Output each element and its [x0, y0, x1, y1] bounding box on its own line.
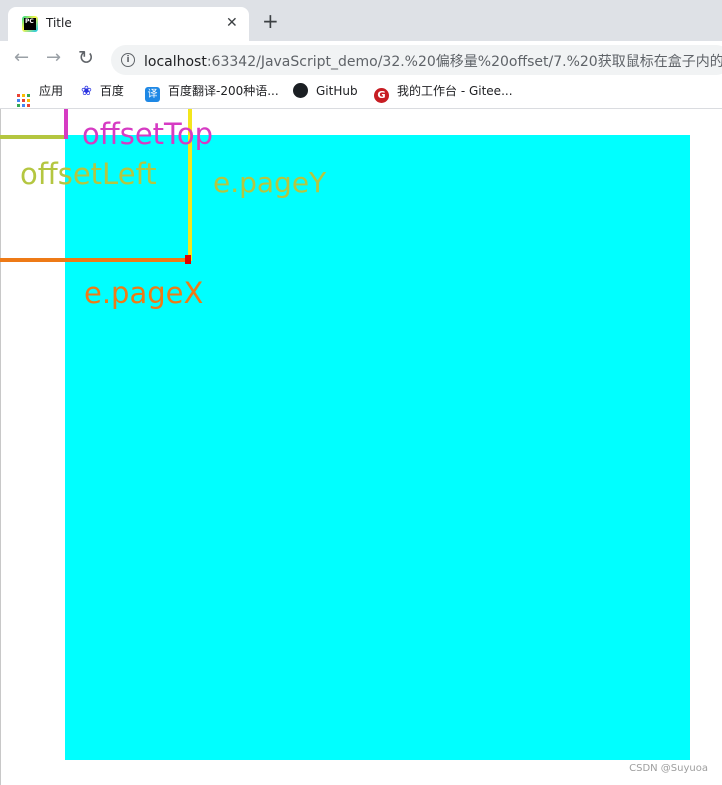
apps-grid-icon: [17, 94, 31, 108]
url-path: :63342/JavaScript_demo/32.%20偏移量%20offse…: [206, 54, 722, 70]
browser-tab[interactable]: Title ✕: [8, 7, 249, 41]
bookmark-label: 应用: [39, 84, 64, 98]
info-icon[interactable]: i: [121, 53, 135, 67]
url-text[interactable]: localhost:63342/JavaScript_demo/32.%20偏移…: [144, 51, 722, 71]
new-tab-button[interactable]: +: [262, 11, 279, 31]
bookmark-github[interactable]: GitHub: [293, 83, 358, 99]
offset-top-line: [64, 109, 68, 139]
page-y-label: e.pageY: [213, 166, 327, 199]
bookmark-apps[interactable]: 应用: [17, 83, 63, 108]
gitee-icon: G: [374, 88, 389, 103]
bookmarks-bar: 应用 ❀ 百度 译百度翻译-200种语... GitHub G 我的工作台 - Gi…: [0, 77, 722, 109]
address-bar[interactable]: i localhost:63342/JavaScript_demo/32.%20…: [111, 45, 722, 75]
bookmark-label: 百度翻译-200种语...: [168, 84, 279, 98]
reload-button[interactable]: ↻: [78, 47, 94, 69]
forward-button[interactable]: →: [46, 47, 61, 69]
bookmark-gitee[interactable]: G 我的工作台 - Gitee...: [374, 83, 513, 103]
back-button[interactable]: ←: [14, 47, 29, 69]
translate-icon: 译: [145, 87, 160, 102]
viewport-edge: [0, 109, 1, 785]
close-icon[interactable]: ✕: [226, 15, 238, 31]
browser-toolbar: ← → ↻ i localhost:63342/JavaScript_demo/…: [0, 41, 722, 77]
tab-title: Title: [46, 16, 72, 30]
bookmark-label: 我的工作台 - Gitee...: [397, 84, 513, 98]
offset-top-label: offsetTop: [82, 117, 213, 151]
baidu-paw-icon: ❀: [81, 84, 92, 99]
page-x-line: [0, 258, 190, 262]
tab-strip: Title ✕ +: [0, 0, 722, 41]
offset-left-line: [0, 135, 67, 139]
bookmark-baidu[interactable]: ❀ 百度: [81, 83, 124, 100]
bookmark-label: 百度: [99, 84, 124, 98]
bookmark-baidu-translate[interactable]: 译百度翻译-200种语...: [145, 83, 279, 102]
bookmark-label: GitHub: [316, 84, 358, 98]
github-icon: [293, 83, 308, 98]
pycharm-icon: [22, 16, 38, 32]
offset-left-label: offsetLeft: [20, 157, 157, 191]
cyan-box[interactable]: [65, 135, 690, 760]
mouse-cursor-marker: [185, 255, 191, 264]
url-host: localhost: [144, 54, 207, 70]
page-x-label: e.pageX: [84, 276, 204, 310]
watermark: CSDN @Suyuoa: [629, 763, 708, 774]
